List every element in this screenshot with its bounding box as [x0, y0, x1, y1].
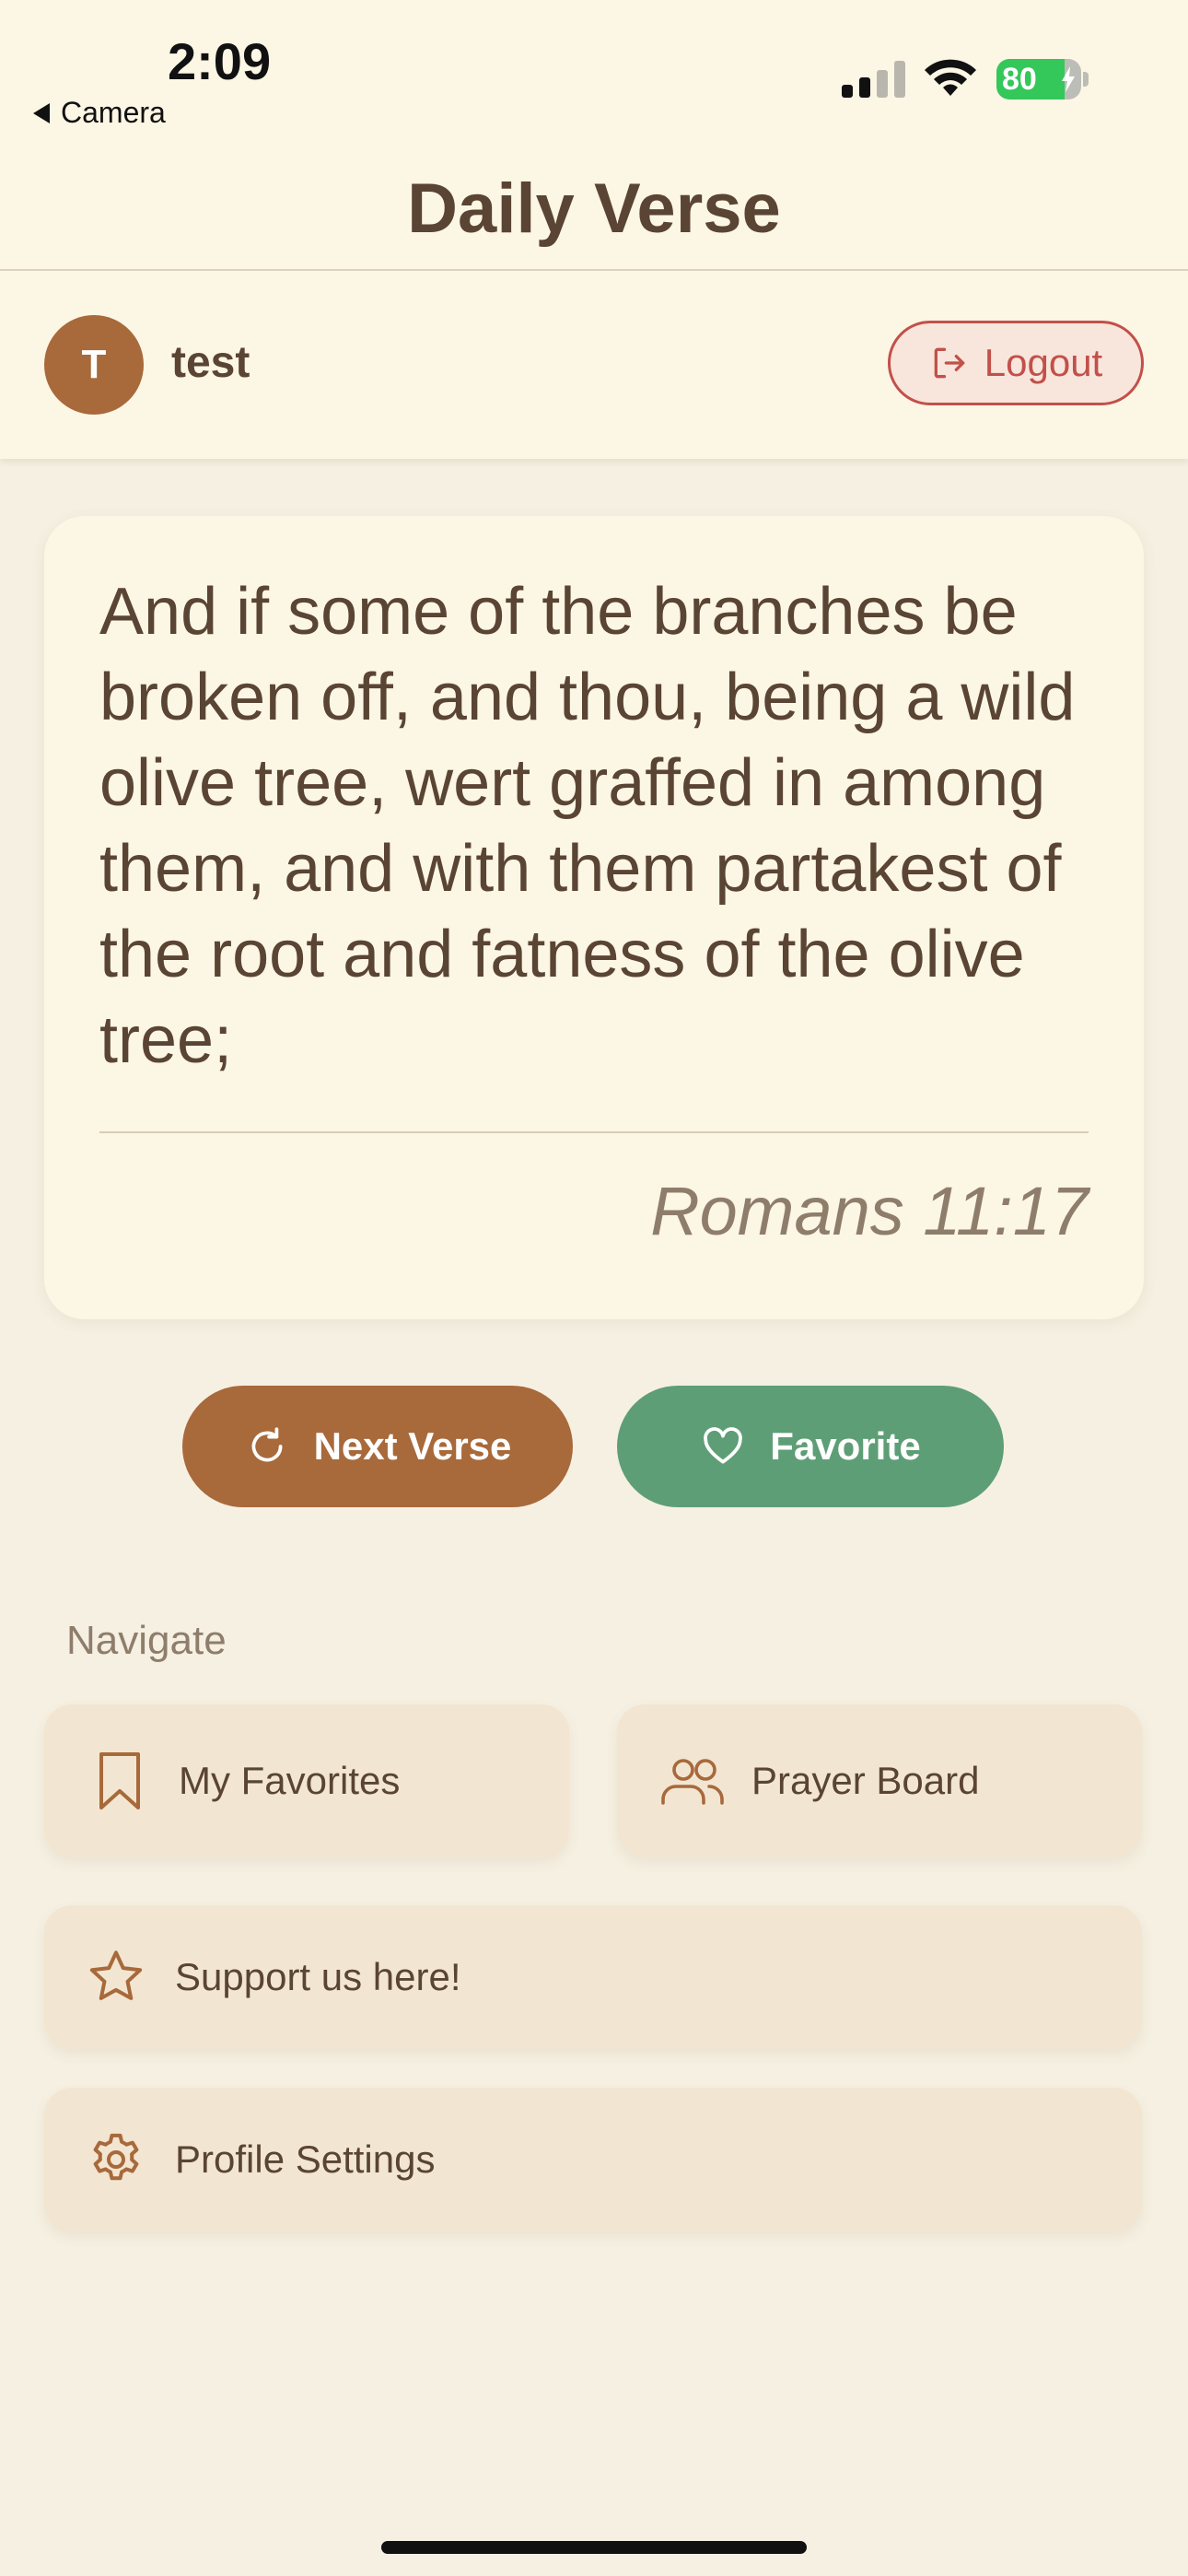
profile-settings-button[interactable]: Profile Settings: [44, 2088, 1142, 2231]
star-icon: [89, 1950, 143, 2000]
refresh-icon: [251, 1427, 283, 1462]
page-title: Daily Verse: [407, 170, 781, 248]
favorite-button[interactable]: Favorite: [617, 1386, 1004, 1507]
username: test: [171, 338, 250, 387]
logout-button[interactable]: Logout: [888, 321, 1144, 405]
cellular-signal-icon: [842, 59, 905, 98]
bookmark-icon: [99, 1752, 140, 1809]
logout-label: Logout: [984, 341, 1103, 384]
back-app-label: Camera: [61, 96, 166, 129]
wifi-icon: [925, 59, 976, 96]
status-bar: 2:09 Camera 80: [0, 0, 1188, 147]
battery-icon: 80: [996, 59, 1081, 100]
app-screen: 2:09 Camera 80 Daily Verse T test Logout…: [0, 0, 1188, 2576]
my-favorites-button[interactable]: My Favorites: [44, 1704, 569, 1857]
verse-divider: [99, 1131, 1089, 1133]
gear-icon: [93, 2133, 139, 2181]
home-indicator: [381, 2541, 807, 2554]
profile-settings-label: Profile Settings: [175, 2137, 436, 2181]
battery-nub: [1083, 72, 1089, 87]
favorite-label: Favorite: [770, 1424, 921, 1468]
user-bar: T test Logout: [0, 271, 1188, 459]
status-time: 2:09: [168, 32, 272, 90]
support-us-label: Support us here!: [175, 1955, 461, 1998]
back-triangle-icon: [33, 102, 50, 123]
my-favorites-label: My Favorites: [179, 1759, 401, 1802]
next-verse-label: Next Verse: [313, 1424, 512, 1468]
back-to-app-button[interactable]: Camera: [33, 96, 166, 130]
next-verse-button[interactable]: Next Verse: [182, 1386, 573, 1507]
verse-text: And if some of the branches be broken of…: [99, 575, 1076, 1077]
charging-bolt-icon: [1062, 66, 1075, 92]
battery-percent: 80: [1002, 62, 1037, 97]
logout-icon: [934, 347, 965, 379]
verse-card: And if some of the branches be broken of…: [44, 516, 1144, 1319]
users-icon: [661, 1759, 724, 1805]
verse-reference: Romans 11:17: [650, 1173, 1089, 1249]
prayer-board-label: Prayer Board: [751, 1759, 980, 1802]
avatar: T: [44, 315, 144, 415]
heart-icon: [704, 1427, 743, 1464]
app-header: Daily Verse: [0, 147, 1188, 271]
navigate-heading: Navigate: [66, 1618, 227, 1663]
prayer-board-button[interactable]: Prayer Board: [617, 1704, 1142, 1857]
support-us-button[interactable]: Support us here!: [44, 1905, 1142, 2049]
